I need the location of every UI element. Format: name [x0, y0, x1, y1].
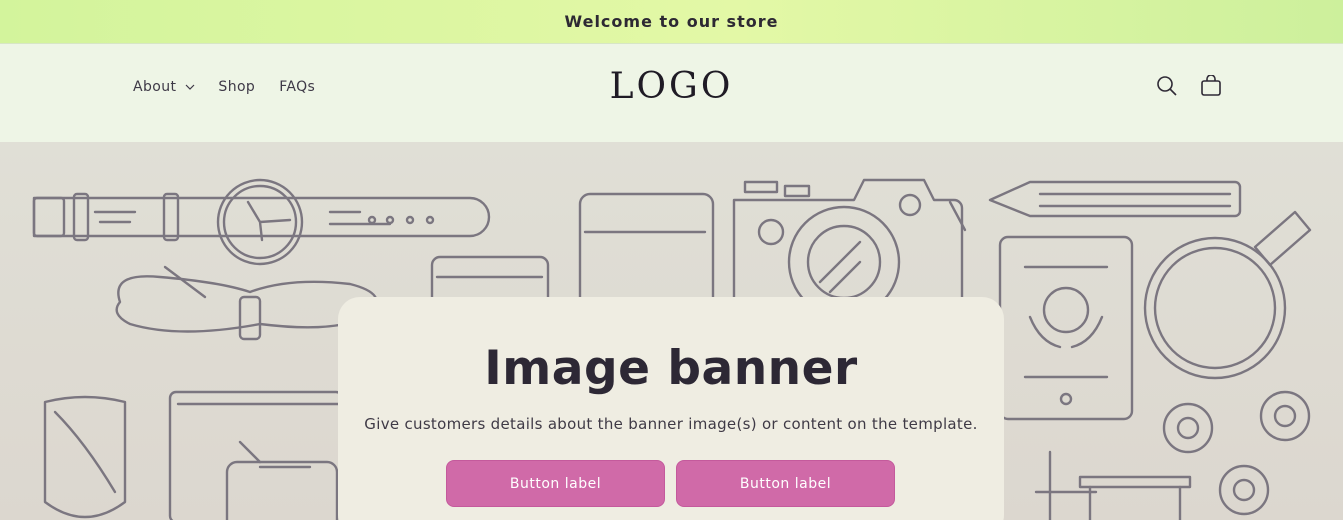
- button-label: Button label: [509, 475, 602, 492]
- banner-content-box: Image banner Give customers details abou…: [338, 297, 1004, 520]
- logo-text: LOGO: [609, 66, 734, 107]
- search-button[interactable]: [1156, 75, 1178, 97]
- button-label: Button label: [739, 475, 832, 492]
- banner-button-primary[interactable]: Button label: [446, 460, 665, 507]
- cart-icon: [1201, 74, 1221, 96]
- announcement-text: Welcome to our store: [564, 12, 779, 31]
- site-logo[interactable]: LOGO: [0, 66, 1343, 107]
- banner-button-secondary[interactable]: Button label: [676, 460, 895, 507]
- image-banner: Image banner Give customers details abou…: [0, 142, 1343, 520]
- announcement-bar: Welcome to our store: [0, 0, 1343, 44]
- site-header: About Shop FAQs LOGO: [0, 44, 1343, 142]
- banner-title: Image banner: [484, 341, 858, 396]
- search-icon: [1157, 76, 1177, 96]
- banner-description: Give customers details about the banner …: [364, 415, 978, 433]
- cart-button[interactable]: [1200, 74, 1222, 97]
